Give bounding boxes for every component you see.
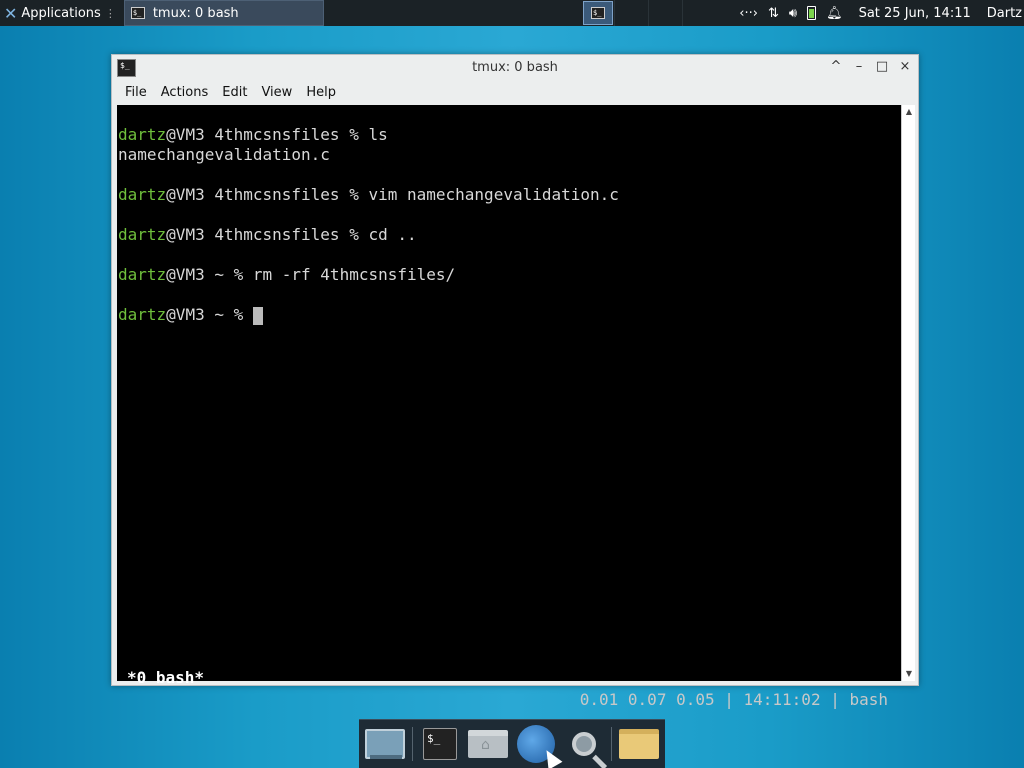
menu-edit[interactable]: Edit	[215, 85, 254, 100]
workspace-2[interactable]	[614, 0, 648, 26]
window-title: tmux: 0 bash	[472, 60, 558, 75]
clock[interactable]: Sat 25 Jun, 14:11	[859, 6, 971, 21]
terminal-area[interactable]: dartz@VM3 4thmcsnsfiles % ls namechangev…	[117, 105, 901, 709]
xfce-logo-icon: ✕	[4, 3, 18, 23]
menubar: File Actions Edit View Help	[112, 81, 918, 103]
workspace-window-icon: $_	[591, 7, 605, 19]
web-browser-launcher[interactable]	[515, 723, 557, 765]
terminal-icon: $_	[422, 728, 457, 760]
workspace-4[interactable]	[682, 0, 716, 26]
bottom-dock: $_	[359, 719, 665, 768]
user-menu[interactable]: Dartz	[987, 6, 1022, 21]
text-cursor	[252, 306, 263, 325]
terminal-window: $_ tmux: 0 bash ^ – □ × File Actions Edi…	[111, 54, 919, 709]
menu-view[interactable]: View	[254, 85, 299, 100]
terminal-small-icon: $_	[130, 7, 145, 19]
system-tray: ‹··› ⇅ 🔊︎ 🔔︎ Sat 25 Jun, 14:11 Dartz	[739, 0, 1024, 26]
search-launcher[interactable]	[563, 723, 605, 765]
taskbar-item-label: tmux: 0 bash	[152, 5, 239, 21]
menu-help[interactable]: Help	[299, 85, 343, 100]
taskbar-item-tmux[interactable]: $_ tmux: 0 bash	[123, 0, 324, 26]
terminal-line: dartz@VM3 4thmcsnsfiles % cd ..	[118, 225, 417, 244]
home-folder-icon	[467, 730, 508, 758]
maximize-button[interactable]: □	[875, 59, 889, 74]
menu-file[interactable]: File	[118, 85, 154, 100]
battery-icon[interactable]	[807, 6, 817, 20]
terminal-line: dartz@VM3 4thmcsnsfiles % vim namechange…	[118, 185, 619, 204]
web-browser-icon	[517, 725, 555, 763]
tmux-window-list[interactable]: *0 bash*	[127, 667, 204, 689]
panel-separator-glyph: ⋮	[104, 6, 116, 20]
show-desktop-icon	[365, 729, 405, 759]
minimize-button[interactable]: –	[852, 59, 866, 74]
workspace-1-active[interactable]: $_	[583, 1, 613, 25]
dock-separator	[412, 727, 413, 761]
shade-button[interactable]: ^	[829, 59, 843, 74]
home-folder-launcher[interactable]	[467, 723, 509, 765]
network-arrows-icon[interactable]: ‹··›	[739, 6, 758, 21]
workspace-3[interactable]	[648, 0, 682, 26]
window-controls: ^ – □ ×	[829, 59, 912, 74]
applications-menu-button[interactable]: ✕ Applications ⋮	[0, 0, 124, 26]
top-panel: ✕ Applications ⋮ $_ tmux: 0 bash $_ ‹··›…	[0, 0, 1024, 26]
terminal-prompt-line: dartz@VM3 ~ %	[118, 305, 901, 325]
bell-icon[interactable]: 🔔︎	[826, 6, 843, 21]
applications-label: Applications	[21, 5, 101, 21]
volume-icon[interactable]: 🔊︎	[789, 6, 797, 21]
scroll-down-arrow-icon[interactable]: ▼	[902, 667, 916, 681]
terminal-line: dartz@VM3 ~ % rm -rf 4thmcsnsfiles/	[118, 265, 456, 284]
terminal-launcher[interactable]: $_	[419, 723, 461, 765]
tmux-status-right: 0.01 0.07 0.05 | 14:11:02 | bash	[579, 690, 888, 709]
close-button[interactable]: ×	[898, 59, 912, 74]
files-launcher[interactable]	[618, 723, 660, 765]
vertical-scrollbar[interactable]: ▲ ▼	[901, 105, 915, 681]
dock-separator	[611, 727, 612, 761]
menu-actions[interactable]: Actions	[154, 85, 216, 100]
search-icon	[572, 732, 597, 756]
files-folder-icon	[618, 729, 659, 759]
window-titlebar[interactable]: $_ tmux: 0 bash ^ – □ ×	[112, 55, 918, 81]
updown-arrows-icon[interactable]: ⇅	[768, 6, 779, 21]
terminal-line: dartz@VM3 4thmcsnsfiles % ls	[118, 125, 388, 144]
terminal-line: namechangevalidation.c	[118, 145, 330, 164]
scroll-up-arrow-icon[interactable]: ▲	[902, 105, 916, 119]
show-desktop-button[interactable]	[364, 723, 406, 765]
tmux-status-bar: *0 bash* 0.01 0.07 0.05 | 14:11:02 | bas…	[117, 645, 901, 709]
